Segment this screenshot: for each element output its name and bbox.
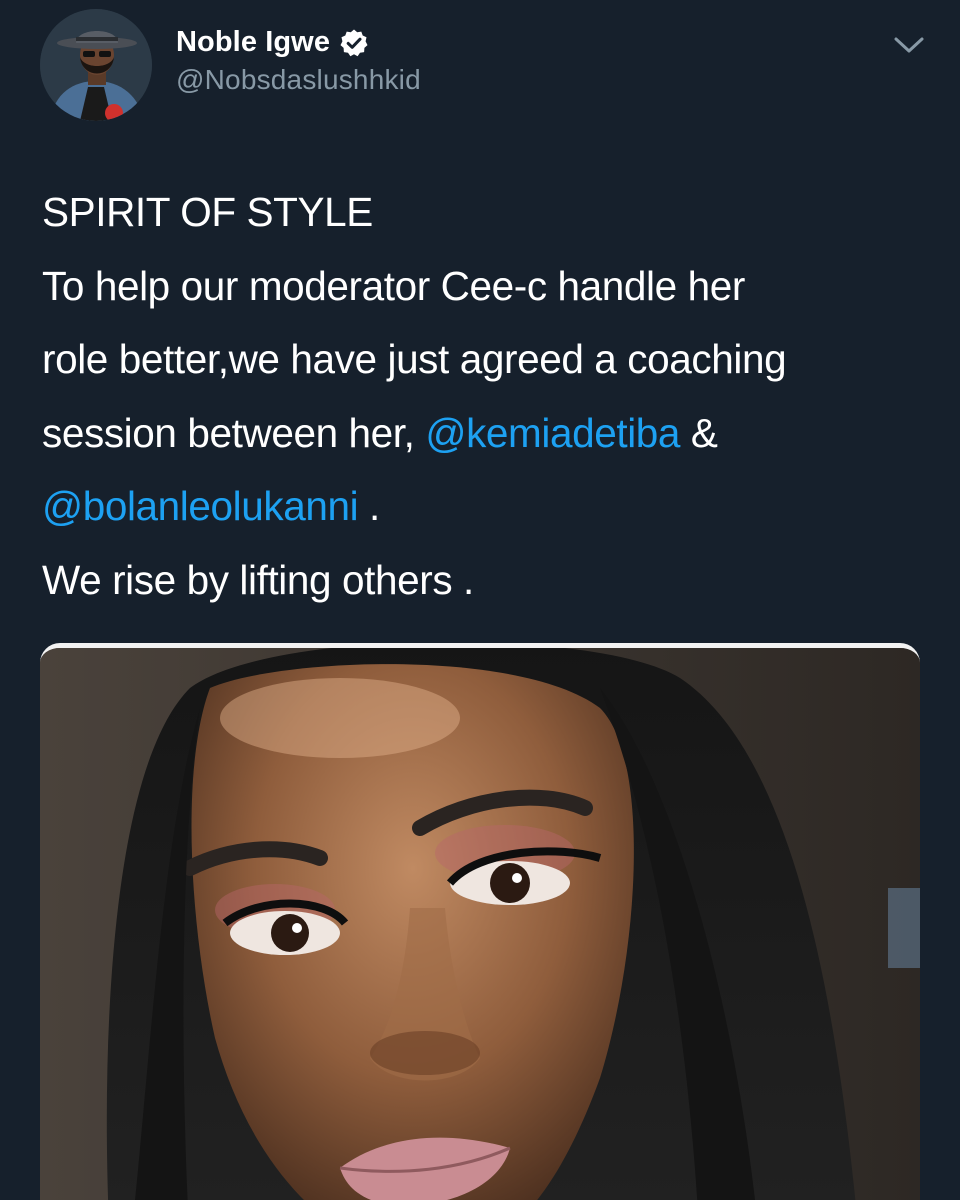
verified-badge-icon — [339, 28, 369, 58]
tweet-card: Noble Igwe @Nobsdaslushhkid SPIRIT OF ST… — [0, 0, 960, 1200]
tweet-text-line: role better,we have just agreed a coachi… — [42, 336, 787, 382]
author-handle[interactable]: @Nobsdaslushhkid — [176, 64, 421, 96]
portrait-photo — [40, 648, 920, 1200]
tweet-text: SPIRIT OF STYLE To help our moderator Ce… — [42, 176, 932, 617]
tweet-text-line: SPIRIT OF STYLE — [42, 189, 373, 235]
author-avatar[interactable] — [40, 9, 152, 121]
author-info: Noble Igwe @Nobsdaslushhkid — [176, 22, 421, 96]
tweet-text-segment: . — [358, 483, 380, 529]
author-display-name[interactable]: Noble Igwe — [176, 26, 330, 59]
tweet-text-segment: & — [680, 409, 718, 456]
chevron-down-icon[interactable] — [891, 34, 927, 58]
mention-link-kemiadetiba[interactable]: @kemiadetiba — [425, 410, 680, 456]
tweet-media-photo[interactable] — [40, 643, 920, 1200]
tweet-text-line: @bolanleolukanni . — [42, 470, 932, 544]
mention-link-bolanleolukanni[interactable]: @bolanleolukanni — [42, 483, 359, 529]
tweet-text-line: session between her, @kemiadetiba & — [42, 397, 932, 471]
author-name-row: Noble Igwe — [176, 22, 421, 62]
avatar-photo — [40, 9, 152, 121]
tweet-text-segment: session between her, — [42, 409, 426, 456]
tweet-text-line: We rise by lifting others . — [42, 556, 474, 603]
tweet-text-line: To help our moderator Cee-c handle her — [42, 262, 745, 309]
